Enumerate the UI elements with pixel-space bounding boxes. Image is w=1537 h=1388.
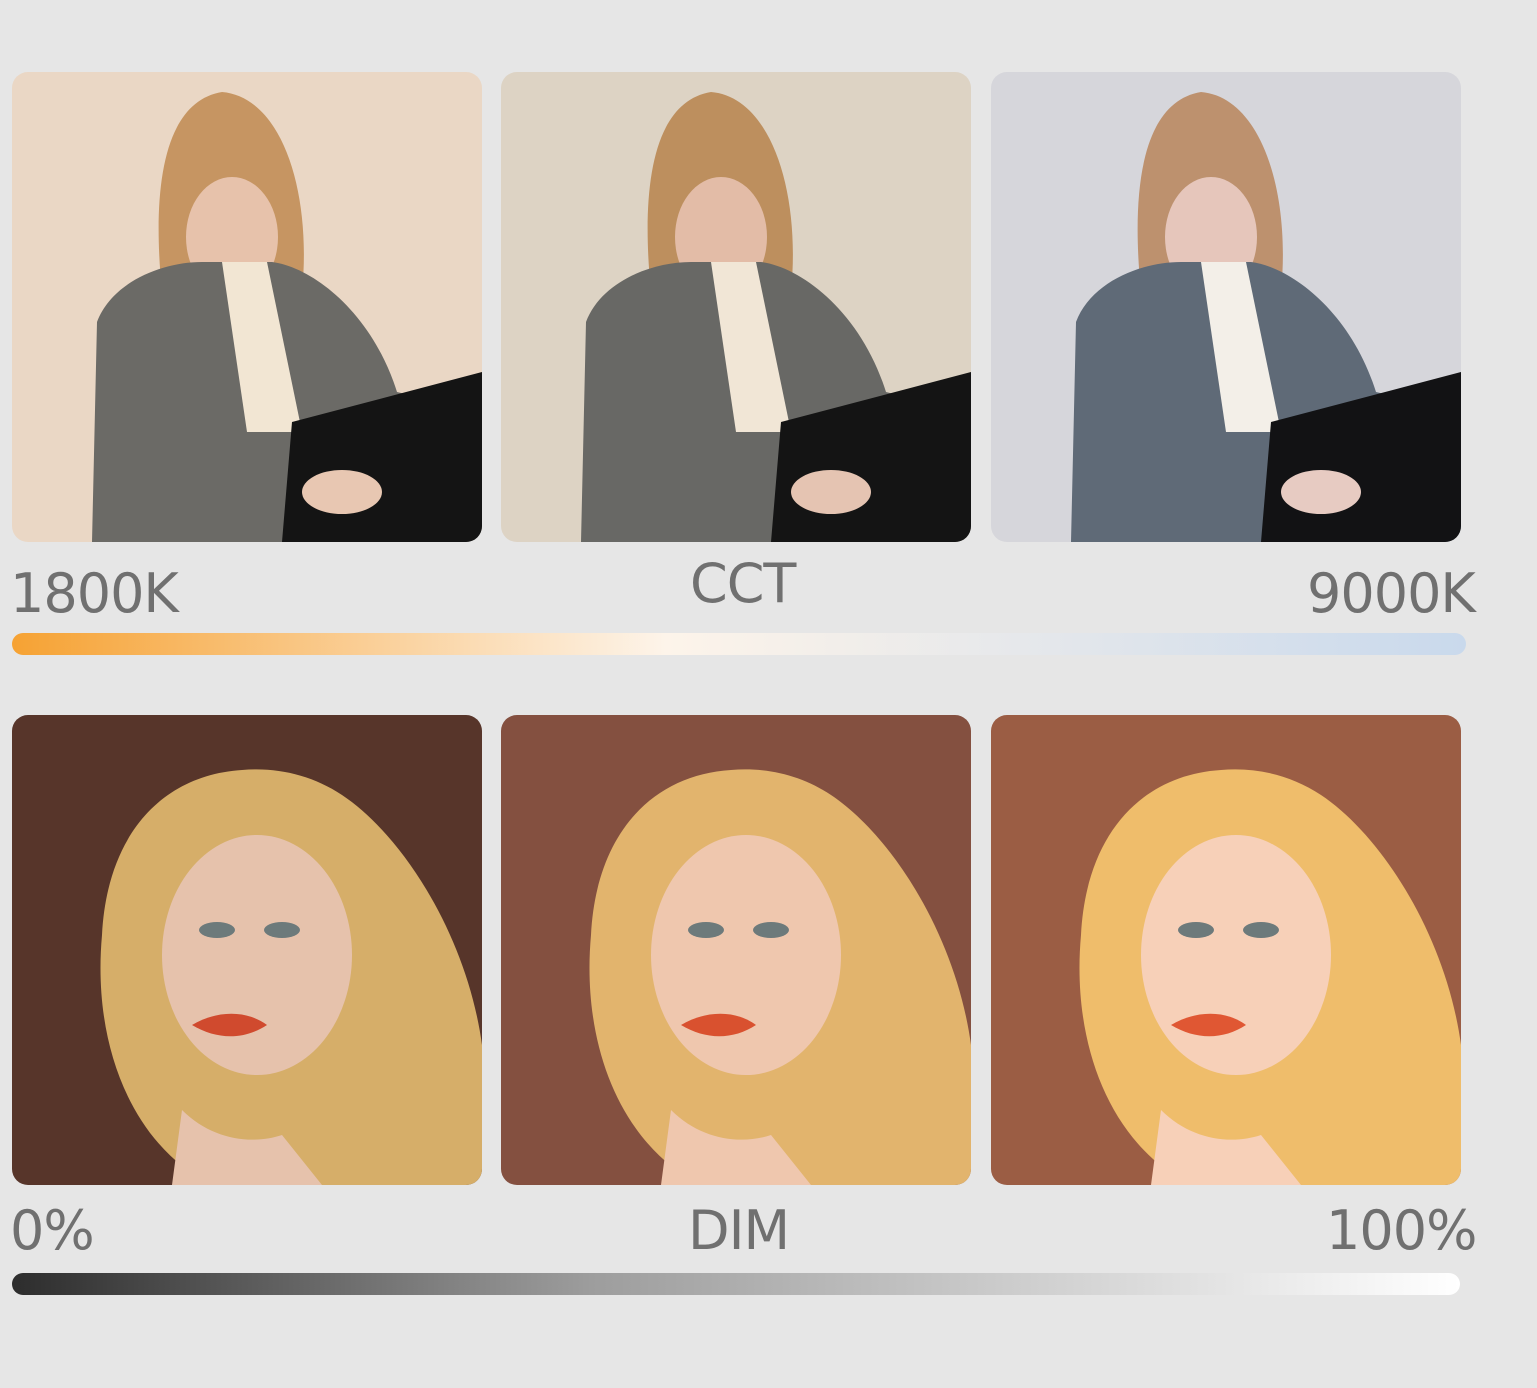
cct-photo-neutral bbox=[501, 72, 971, 542]
portrait-suit-image bbox=[991, 72, 1461, 542]
dim-title: DIM bbox=[688, 1199, 790, 1262]
dim-photo-0 bbox=[12, 715, 482, 1185]
dim-min-label: 0% bbox=[10, 1199, 95, 1262]
portrait-face-image bbox=[501, 715, 971, 1185]
portrait-suit-image bbox=[501, 72, 971, 542]
cct-max-label: 9000K bbox=[1307, 562, 1476, 625]
cct-gradient-bar bbox=[12, 633, 1466, 655]
cct-photo-warm bbox=[12, 72, 482, 542]
dim-max-label: 100% bbox=[1326, 1199, 1477, 1262]
dim-photo-50 bbox=[501, 715, 971, 1185]
cct-title: CCT bbox=[690, 552, 796, 615]
cct-photo-cool bbox=[991, 72, 1461, 542]
dim-photo-100 bbox=[991, 715, 1461, 1185]
cct-min-label: 1800K bbox=[10, 562, 179, 625]
portrait-suit-image bbox=[12, 72, 482, 542]
dim-gradient-bar bbox=[12, 1273, 1460, 1295]
portrait-face-image bbox=[991, 715, 1461, 1185]
portrait-face-image bbox=[12, 715, 482, 1185]
